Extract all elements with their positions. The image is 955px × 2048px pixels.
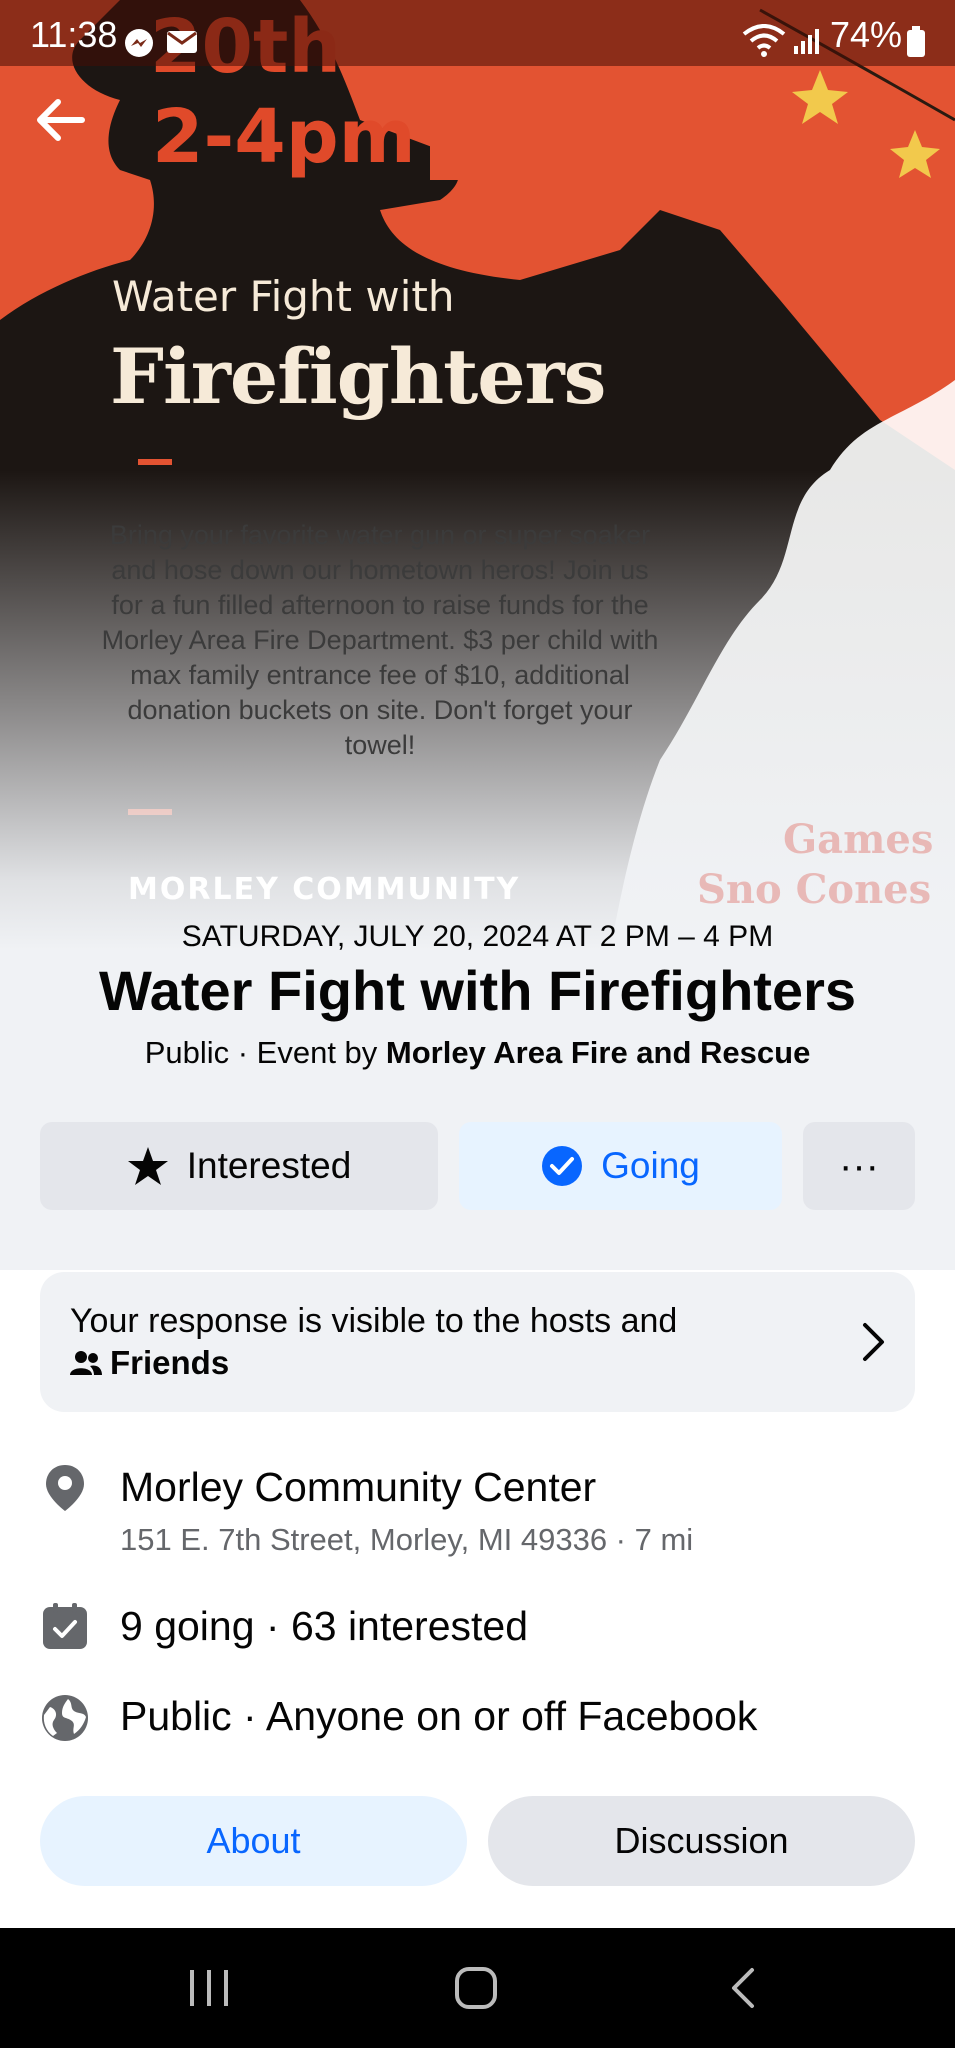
system-navigation-bar (0, 1928, 955, 2048)
location-pin-icon (40, 1463, 90, 1513)
event-cover-image[interactable]: 20th 2-4pm Water Fight with Firefighters… (0, 0, 955, 1270)
poster-time: 2-4pm (152, 94, 416, 180)
more-options-button[interactable]: ··· (803, 1122, 915, 1210)
poster-venue: MORLEY COMMUNITY (128, 872, 521, 907)
poster-sno-cones: Sno Cones (697, 866, 932, 913)
back-arrow-icon (37, 99, 85, 141)
home-button[interactable] (454, 1966, 498, 2015)
location-name[interactable]: Morley Community Center (120, 1464, 596, 1511)
battery-icon (906, 26, 926, 63)
response-visibility-card[interactable]: Your response is visible to the hosts an… (40, 1272, 915, 1412)
poster-subtitle: Water Fight with (112, 272, 455, 321)
poster-description: Bring your favorite water gun or super s… (101, 520, 659, 760)
event-host-link[interactable]: Morley Area Fire and Rescue (386, 1035, 810, 1070)
calendar-check-icon (40, 1602, 90, 1652)
status-time: 11:38 (30, 14, 118, 55)
going-label: Going (601, 1145, 700, 1186)
star-icon (127, 1146, 169, 1186)
response-audience: Friends (70, 1344, 229, 1382)
response-visibility-text: Your response is visible to the hosts an… (70, 1302, 678, 1340)
event-meta: Public · Event by Morley Area Fire and R… (0, 1035, 955, 1071)
more-dots-icon: ··· (839, 1143, 879, 1188)
chevron-left-icon (732, 1968, 754, 2008)
event-title: Water Fight with Firefighters (98, 959, 857, 1022)
poster-title: Firefighters (110, 332, 606, 421)
event-date: SATURDAY, JULY 20, 2024 AT 2 PM – 4 PM (181, 920, 774, 953)
going-button[interactable]: Going (459, 1122, 782, 1210)
poster-games: Games (783, 816, 934, 863)
back-button[interactable] (30, 90, 90, 150)
location-address: 151 E. 7th Street, Morley, MI 49336 · 7 … (120, 1522, 694, 1557)
privacy-summary: Public · Anyone on or off Facebook (120, 1693, 758, 1739)
tab-about[interactable]: About (40, 1796, 467, 1886)
friends-label: Friends (110, 1344, 230, 1381)
tab-discussion[interactable]: Discussion (488, 1796, 915, 1886)
interested-button[interactable]: Interested (40, 1122, 438, 1210)
status-bar: 11:38 74% (0, 0, 955, 66)
messenger-icon (124, 28, 154, 63)
system-back-button[interactable] (728, 1966, 758, 2015)
recent-apps-button[interactable] (188, 1968, 230, 2013)
signal-icon (792, 26, 822, 61)
friends-icon (70, 1350, 102, 1376)
home-icon (455, 1967, 497, 2009)
battery-percent: 74% (830, 14, 903, 55)
check-circle-icon (541, 1145, 583, 1187)
wifi-icon (742, 24, 786, 63)
attendance-summary[interactable]: 9 going · 63 interested (120, 1603, 528, 1650)
event-privacy-prefix: Public · Event by (144, 1035, 386, 1070)
interested-label: Interested (186, 1145, 352, 1186)
globe-icon (40, 1693, 90, 1743)
chevron-right-icon (855, 1317, 891, 1367)
mail-icon (166, 30, 198, 59)
recent-apps-icon (190, 1970, 228, 2006)
